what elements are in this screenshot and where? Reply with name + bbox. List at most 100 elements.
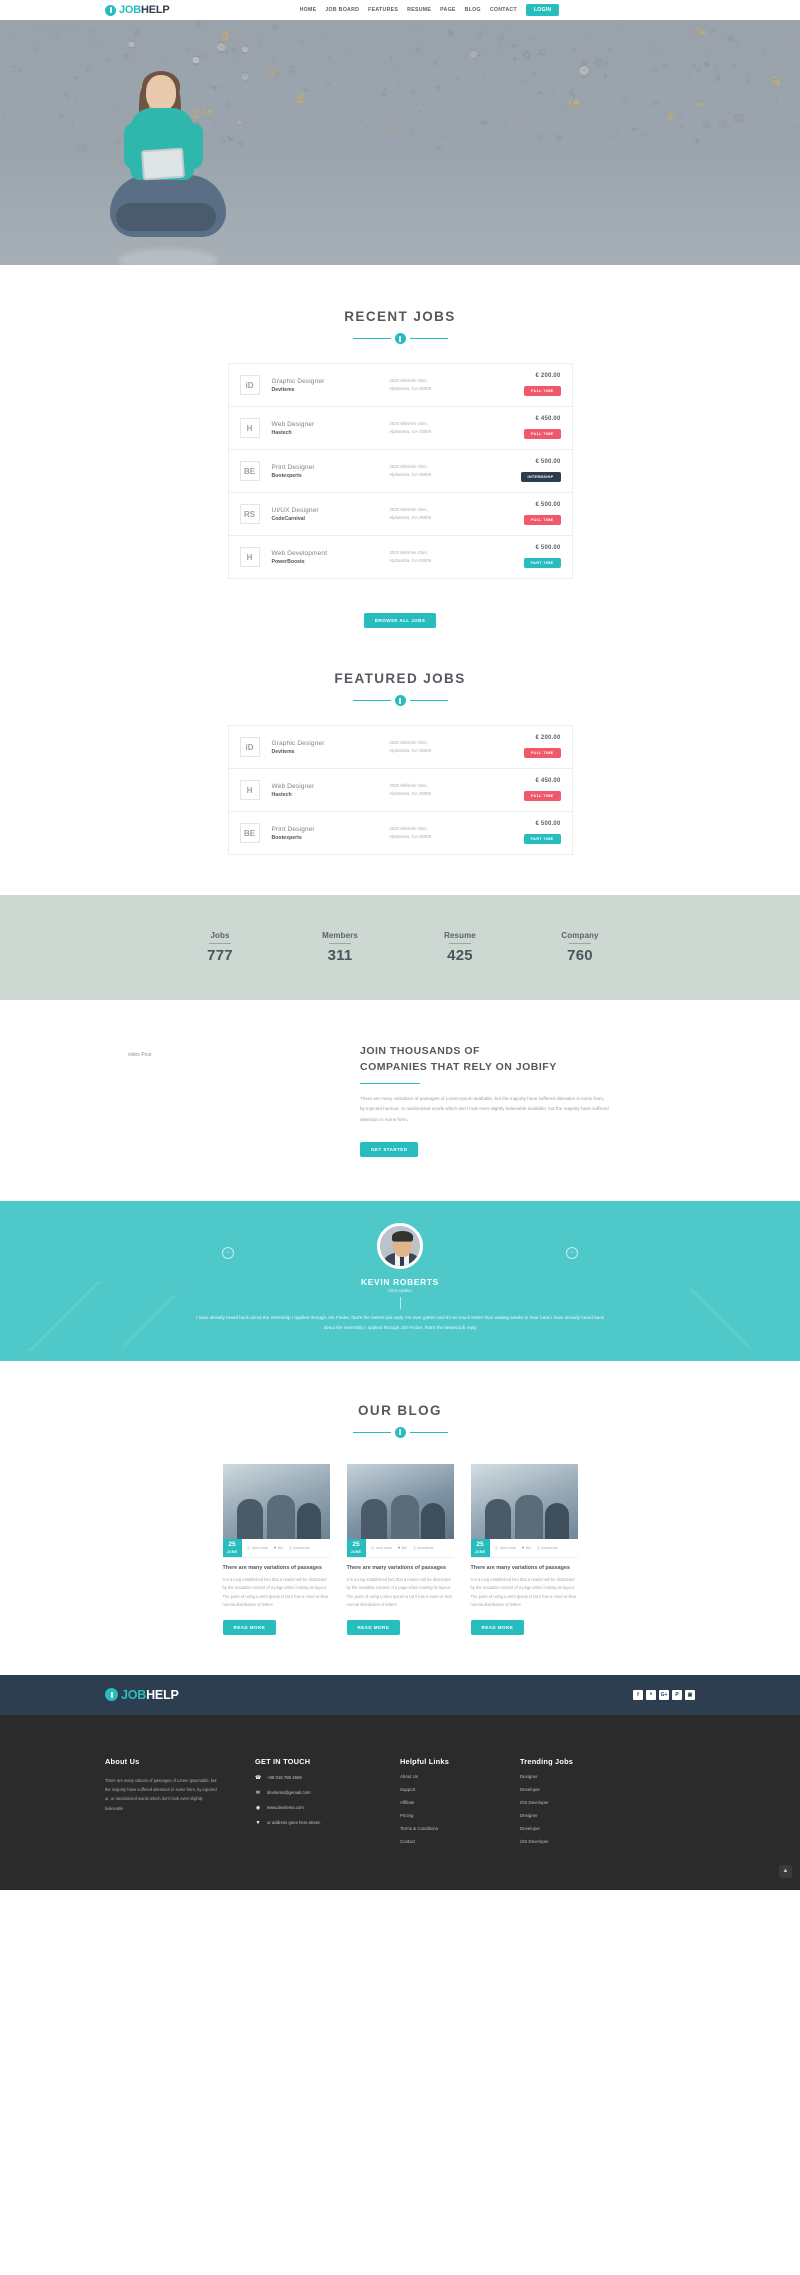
job-location: 2020 Willshire Glen, Alpharetta, GA-30009 <box>390 506 486 522</box>
job-meta: € 200.00 FULL TIME <box>524 735 560 759</box>
join-text-area: JOIN THOUSANDS OF COMPANIES THAT RELY ON… <box>360 1044 680 1157</box>
section-separator <box>0 1427 800 1438</box>
job-list-item[interactable]: BE Print Designer Bootexperts 2020 Willshir… <box>229 450 572 493</box>
doodle-icon: ✎ <box>659 48 664 55</box>
instagram-icon[interactable]: ▣ <box>685 1690 695 1700</box>
job-list-item[interactable]: BE Print Designer Bootexperts 2020 Willshir… <box>229 812 572 854</box>
video-post-area[interactable]: video Post <box>0 1044 360 1157</box>
blog-likes[interactable]: ♥ like <box>398 1545 407 1550</box>
blog-post-title[interactable]: There are many variations of passages <box>347 1565 454 1573</box>
blog-meta-bar: 25 JUNE ☺ amir khan ♥ like ▯ comments <box>471 1539 578 1558</box>
site-logo[interactable]: JOBHELP <box>105 4 170 16</box>
job-title: Web Designer <box>272 421 390 428</box>
nav-item-page[interactable]: PAGE <box>440 7 456 13</box>
job-type-badge: PART TIME <box>524 558 561 567</box>
address-icon: ▼ <box>255 1820 261 1826</box>
counter-value: 777 <box>160 947 280 964</box>
facebook-icon[interactable]: f <box>633 1690 643 1700</box>
footer-link[interactable]: iOS Developer <box>520 1800 660 1805</box>
blog-post-title[interactable]: There are many variations of passages <box>223 1565 330 1573</box>
job-list-item[interactable]: H Web Designer Hastech 2020 Willshire Glen,… <box>229 769 572 812</box>
job-meta: € 500.00 INTERNSHIP <box>521 459 561 483</box>
pinterest-icon[interactable]: P <box>672 1690 682 1700</box>
nav-item-features[interactable]: FEATURES <box>368 7 398 13</box>
job-list-item[interactable]: H Web Development PowerBoosts 2020 Willshir… <box>229 536 572 578</box>
footer-link[interactable]: Developer <box>520 1826 660 1831</box>
doodle-icon: ☛ <box>603 72 610 80</box>
contact-item-address[interactable]: ▼ ur address goes here,street. <box>255 1820 400 1826</box>
google-plus-icon[interactable]: G+ <box>659 1690 669 1700</box>
contact-item-phone[interactable]: ☎ +88 018 785 4589 <box>255 1775 400 1781</box>
testimonial-next-button[interactable]: › <box>566 1247 578 1259</box>
nav-item-home[interactable]: HOME <box>300 7 317 13</box>
main-navigation: HOME JOB BOARD FEATURES RESUME PAGE BLOG… <box>300 4 560 16</box>
contact-item-website[interactable]: ◉ www.devitems.com <box>255 1805 400 1811</box>
job-list-item[interactable]: H Web Designer Hastech 2020 Willshire Glen,… <box>229 407 572 450</box>
nav-item-resume[interactable]: RESUME <box>407 7 431 13</box>
doodle-icon: ⚐ <box>528 33 538 46</box>
job-list-item[interactable]: RS UI/UX Designer CodeCarnival 2020 Willshi… <box>229 493 572 536</box>
contact-text: ur address goes here,street. <box>267 1820 321 1825</box>
job-info: Web Development PowerBoosts <box>272 550 390 565</box>
doodle-icon: ✉ <box>649 64 658 76</box>
footer-logo[interactable]: JOBHELP <box>105 1688 179 1702</box>
doodle-icon: ★ <box>430 57 439 69</box>
job-company: PowerBoosts <box>272 559 390 565</box>
blog-card[interactable]: 25 JUNE ☺ amir khan ♥ like ▯ comments There are … <box>223 1464 330 1635</box>
read-more-button[interactable]: READ MORE <box>471 1620 525 1635</box>
read-more-button[interactable]: READ MORE <box>223 1620 277 1635</box>
separator-tie-icon <box>395 1427 406 1438</box>
footer-link[interactable]: Developer <box>520 1787 660 1792</box>
footer-link[interactable]: Terms & Conditions <box>400 1826 520 1831</box>
blog-comments[interactable]: ▯ comments <box>289 1545 309 1550</box>
footer-about-heading: About Us <box>105 1757 255 1766</box>
hero-illustration-person <box>108 75 228 265</box>
login-button[interactable]: LOGIN <box>526 4 559 16</box>
footer-link[interactable]: Support <box>400 1787 520 1792</box>
blog-likes[interactable]: ♥ like <box>522 1545 531 1550</box>
job-list-item[interactable]: iD Graphic Designer Devitems 2020 Willshire… <box>229 726 572 769</box>
job-type-badge: FULL TIME <box>524 386 560 395</box>
blog-comments[interactable]: ▯ comments <box>413 1545 433 1550</box>
doodle-icon: ✆ <box>394 81 405 94</box>
blog-card[interactable]: 25 JUNE ☺ amir khan ♥ like ▯ comments There are … <box>471 1464 578 1635</box>
footer-link[interactable]: About Us <box>400 1774 520 1779</box>
nav-item-job-board[interactable]: JOB BOARD <box>325 7 359 13</box>
browse-all-jobs-button[interactable]: BROWSE ALL JOBS <box>364 613 436 628</box>
blog-comments[interactable]: ▯ comments <box>537 1545 557 1550</box>
doodle-icon: ✄ <box>793 122 800 132</box>
scroll-to-top-button[interactable]: ▲ <box>779 1865 792 1878</box>
footer-link[interactable]: Affiliate <box>400 1800 520 1805</box>
doodle-icon: ✌ <box>733 109 739 116</box>
recent-jobs-section: RECENT JOBS iD Graphic Designer Devitems 20… <box>0 265 800 628</box>
footer-link[interactable]: Pricing <box>400 1813 520 1818</box>
nav-item-blog[interactable]: BLOG <box>465 7 481 13</box>
testimonial-prev-button[interactable]: ‹ <box>222 1247 234 1259</box>
separator-line-right <box>410 1432 448 1433</box>
doodle-icon: ◎ <box>717 116 728 130</box>
get-started-button[interactable]: GET STARTED <box>360 1142 418 1157</box>
blog-post-title[interactable]: There are many variations of passages <box>471 1565 578 1573</box>
doodle-icon: ⚐ <box>330 120 340 132</box>
doodle-icon: ☺ <box>505 27 511 33</box>
featured-jobs-title: FEATURED JOBS <box>0 671 800 686</box>
footer-link[interactable]: Designer <box>520 1774 660 1779</box>
footer-link[interactable]: Contact <box>400 1839 520 1844</box>
blog-likes[interactable]: ♥ like <box>274 1545 283 1550</box>
job-type-badge: FULL TIME <box>524 748 560 757</box>
contact-item-email[interactable]: ✉ devitems@gemail.com <box>255 1790 400 1796</box>
read-more-button[interactable]: READ MORE <box>347 1620 401 1635</box>
heart-icon: ♥ <box>522 1545 524 1550</box>
nav-item-contact[interactable]: CONTACT <box>490 7 517 13</box>
blog-card[interactable]: 25 JUNE ☺ amir khan ♥ like ▯ comments There are … <box>347 1464 454 1635</box>
doodle-icon: ✿ <box>537 46 549 60</box>
footer-link[interactable]: Designer <box>520 1813 660 1818</box>
rss-icon[interactable]: ᴿ <box>646 1690 656 1700</box>
doodle-icon: ✈ <box>744 72 749 79</box>
footer-link[interactable]: iOS Developer <box>520 1839 660 1844</box>
doodle-icon: ⚙ <box>364 124 371 132</box>
doodle-icon: ☎ <box>17 67 24 74</box>
job-salary: € 500.00 <box>524 502 560 508</box>
job-list-item[interactable]: iD Graphic Designer Devitems 2020 Willshire… <box>229 364 572 407</box>
doodle-icon: ✈ <box>270 22 281 36</box>
